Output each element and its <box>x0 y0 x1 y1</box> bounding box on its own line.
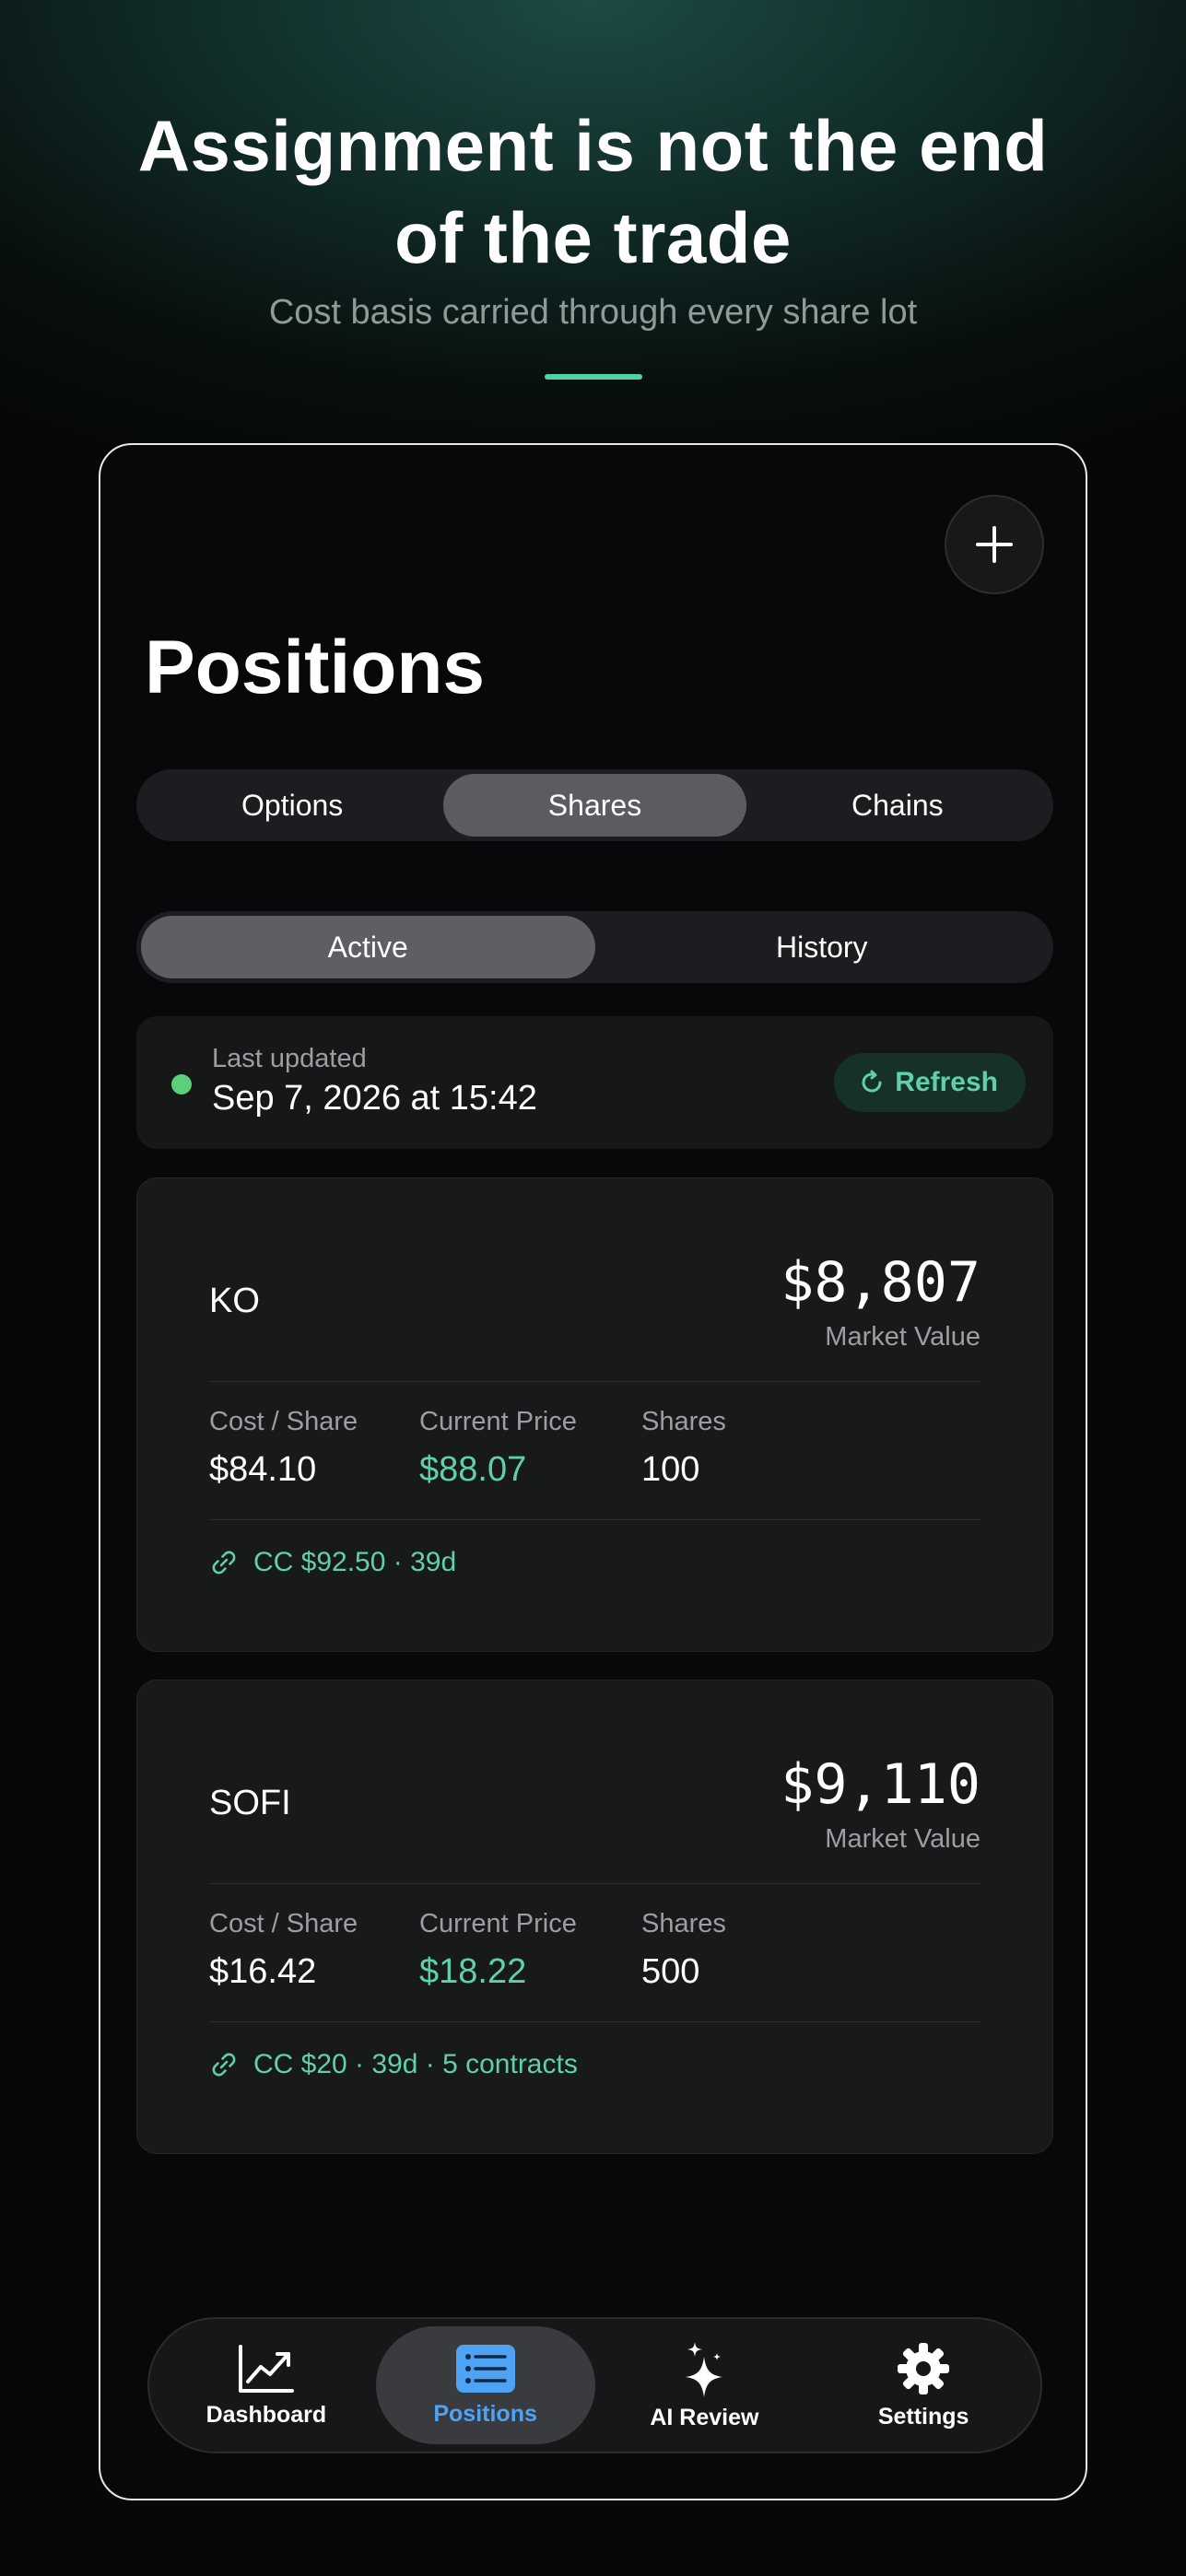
chart-icon <box>238 2344 294 2393</box>
add-position-button[interactable] <box>945 495 1044 594</box>
ticker: SOFI <box>209 1784 291 1822</box>
shares-count: Shares 100 <box>641 1407 726 1490</box>
current-price: Current Price $88.07 <box>419 1407 577 1490</box>
current-price: Current Price $18.22 <box>419 1909 577 1992</box>
market-value-label: Market Value <box>825 1824 981 1854</box>
tab-ai-review[interactable]: AI Review <box>595 2326 815 2444</box>
covered-call-text: CC $20 · 39d · 5 contracts <box>253 2049 578 2079</box>
sparkle-icon <box>686 2341 723 2397</box>
last-updated-panel: Last updated Sep 7, 2026 at 15:42 Refres… <box>136 1016 1053 1149</box>
tab-shares[interactable]: Shares <box>443 774 746 837</box>
cost-per-share: Cost / Share $16.42 <box>209 1909 358 1992</box>
bottom-tab-bar: Dashboard Positions AI Review Settings <box>147 2317 1042 2453</box>
cost-value: $84.10 <box>209 1450 317 1489</box>
market-value: $9,110 <box>781 1752 981 1817</box>
shares-count: Shares 500 <box>641 1909 726 1992</box>
tab-ai-review-label: AI Review <box>650 2404 759 2430</box>
market-value-label: Market Value <box>825 1322 981 1352</box>
gear-icon <box>898 2342 950 2395</box>
covered-call-text: CC $92.50 · 39d <box>253 1547 457 1577</box>
refresh-button[interactable]: Refresh <box>834 1053 1026 1112</box>
accent-bar <box>545 374 642 380</box>
list-icon <box>455 2344 515 2393</box>
phone-screen: Positions Options Shares Chains Active H… <box>99 443 1087 2500</box>
price-value: $88.07 <box>419 1450 527 1489</box>
last-updated-label: Last updated <box>212 1044 367 1073</box>
promo-subtitle: Cost basis carried through every share l… <box>268 293 918 332</box>
link-icon <box>212 2053 236 2077</box>
ticker: KO <box>209 1282 260 1320</box>
promo-headline-line2: of the trade <box>394 197 792 278</box>
price-value: $18.22 <box>419 1952 527 1991</box>
tab-positions-label: Positions <box>433 2400 537 2427</box>
shares-value: 500 <box>641 1952 700 1991</box>
link-icon <box>212 1551 236 1575</box>
shares-label: Shares <box>641 1909 726 1938</box>
tab-dashboard-label: Dashboard <box>205 2401 327 2428</box>
cost-value: $16.42 <box>209 1952 317 1991</box>
refresh-label: Refresh <box>895 1067 998 1097</box>
position-card-ko[interactable]: KO $8,807 Market Value Cost / Share $84.… <box>136 1177 1053 1652</box>
cost-label: Cost / Share <box>209 1407 358 1436</box>
covered-call-link[interactable]: CC $20 · 39d · 5 contracts <box>209 2049 578 2080</box>
tab-settings-label: Settings <box>877 2403 969 2430</box>
promo-headline-line1: Assignment is not the end <box>137 105 1049 186</box>
tab-settings[interactable]: Settings <box>814 2326 1033 2444</box>
divider <box>209 2021 981 2022</box>
price-label: Current Price <box>419 1909 577 1938</box>
covered-call-link[interactable]: CC $92.50 · 39d <box>209 1547 456 1578</box>
refresh-icon <box>862 1070 882 1093</box>
asset-type-segmented-control: Options Shares Chains <box>136 769 1053 841</box>
tab-history[interactable]: History <box>595 916 1050 978</box>
plus-icon <box>976 526 1013 563</box>
page-title: Positions <box>145 626 486 709</box>
status-dot <box>171 1074 192 1095</box>
price-label: Current Price <box>419 1407 577 1436</box>
tab-positions[interactable]: Positions <box>375 2326 595 2444</box>
market-value: $8,807 <box>781 1250 981 1315</box>
divider <box>209 1519 981 1520</box>
divider <box>209 1381 981 1382</box>
cost-per-share: Cost / Share $84.10 <box>209 1407 358 1490</box>
shares-label: Shares <box>641 1407 726 1436</box>
tab-chains[interactable]: Chains <box>746 774 1049 837</box>
position-card-sofi[interactable]: SOFI $9,110 Market Value Cost / Share $1… <box>136 1680 1053 2154</box>
status-segmented-control: Active History <box>136 911 1053 983</box>
shares-value: 100 <box>641 1450 700 1489</box>
cost-label: Cost / Share <box>209 1909 358 1938</box>
tab-options[interactable]: Options <box>141 774 443 837</box>
promo-headline: Assignment is not the end of the trade <box>0 100 1186 284</box>
last-updated-value: Sep 7, 2026 at 15:42 <box>212 1079 537 1118</box>
tab-active[interactable]: Active <box>141 916 595 978</box>
tab-dashboard[interactable]: Dashboard <box>157 2326 376 2444</box>
divider <box>209 1883 981 1884</box>
